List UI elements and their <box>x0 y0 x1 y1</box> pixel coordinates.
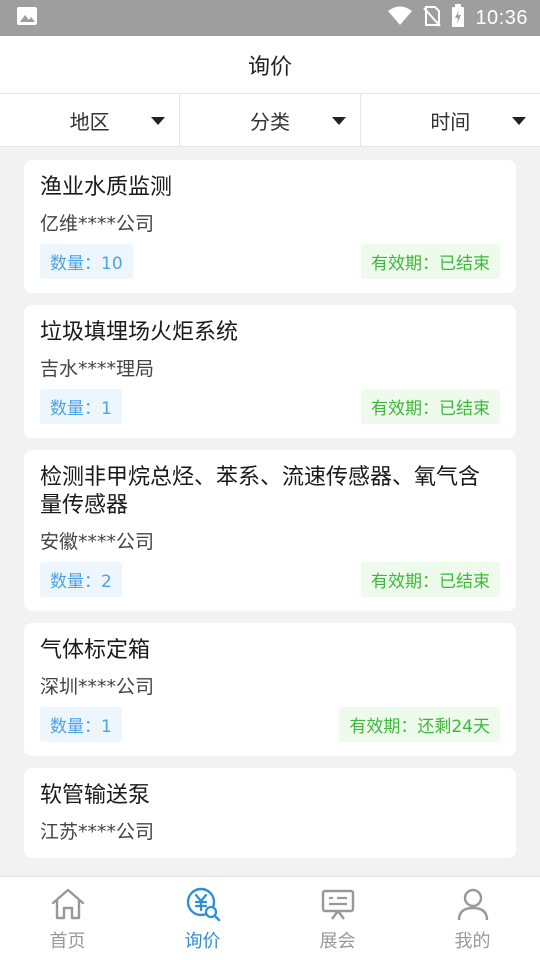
filter-label: 时间 <box>430 109 471 134</box>
inquiry-icon <box>186 887 220 921</box>
caret-down-icon <box>331 117 346 125</box>
inquiry-card[interactable]: 检测非甲烷总烃、苯系、流速传感器、氧气含量传感器 安徽****公司 数量：2 有… <box>24 450 516 611</box>
validity-badge: 有效期：已结束 <box>361 389 500 424</box>
nav-home[interactable]: 首页 <box>0 877 135 960</box>
filter-label: 地区 <box>69 109 110 134</box>
validity-badge: 有效期：已结束 <box>361 244 500 279</box>
inquiry-card[interactable]: 渔业水质监测 亿维****公司 数量：10 有效期：已结束 <box>24 160 516 293</box>
filter-bar: 地区 分类 时间 <box>0 94 540 147</box>
inquiry-card[interactable]: 气体标定箱 深圳****公司 数量：1 有效期：还剩24天 <box>24 623 516 756</box>
no-sim-icon <box>423 5 442 31</box>
status-bar: 10:36 <box>0 0 540 36</box>
filter-label: 分类 <box>249 109 290 134</box>
card-footer: 数量：2 有效期：已结束 <box>40 562 500 597</box>
battery-charging-icon <box>451 4 465 32</box>
inquiry-company: 安徽****公司 <box>40 531 155 553</box>
filter-category-dropdown[interactable]: 分类 <box>180 94 361 146</box>
image-notification-icon <box>16 6 38 30</box>
inquiry-company: 吉水****理局 <box>40 358 155 380</box>
exhibition-icon <box>321 889 354 920</box>
app-bar: 询价 <box>0 36 540 94</box>
wifi-icon <box>387 6 413 30</box>
nav-label: 首页 <box>49 930 86 952</box>
inquiry-title: 渔业水质监测 <box>40 175 173 200</box>
quantity-badge: 数量：10 <box>40 244 133 279</box>
card-footer: 数量：1 有效期：已结束 <box>40 389 500 424</box>
inquiry-title: 软管输送泵 <box>40 783 151 808</box>
inquiry-card[interactable]: 软管输送泵 江苏****公司 <box>24 768 516 858</box>
inquiry-card[interactable]: 垃圾填埋场火炬系统 吉水****理局 数量：1 有效期：已结束 <box>24 305 516 438</box>
profile-icon <box>457 888 488 920</box>
quantity-badge: 数量：2 <box>40 562 122 597</box>
filter-time-dropdown[interactable]: 时间 <box>361 94 540 146</box>
filter-region-dropdown[interactable]: 地区 <box>0 94 181 146</box>
quantity-badge: 数量：1 <box>40 707 122 742</box>
nav-label: 展会 <box>319 930 356 952</box>
caret-down-icon <box>151 117 166 125</box>
home-icon <box>51 888 84 919</box>
inquiry-title: 气体标定箱 <box>40 638 151 663</box>
card-footer: 数量：1 有效期：还剩24天 <box>40 707 500 742</box>
page-title: 询价 <box>247 54 292 80</box>
nav-profile[interactable]: 我的 <box>405 877 540 960</box>
inquiry-list[interactable]: 渔业水质监测 亿维****公司 数量：10 有效期：已结束 垃圾填埋场火炬系统 … <box>24 160 516 876</box>
quantity-badge: 数量：1 <box>40 389 122 424</box>
nav-inquiry[interactable]: 询价 <box>135 877 270 960</box>
inquiry-company: 深圳****公司 <box>40 676 155 698</box>
card-footer: 数量：10 有效期：已结束 <box>40 244 500 279</box>
nav-exhibition[interactable]: 展会 <box>270 877 405 960</box>
inquiry-company: 江苏****公司 <box>40 821 155 843</box>
inquiry-title: 检测非甲烷总烃、苯系、流速传感器、氧气含量传感器 <box>40 465 481 518</box>
nav-label: 我的 <box>454 930 491 952</box>
caret-down-icon <box>511 117 526 125</box>
inquiry-title: 垃圾填埋场火炬系统 <box>40 320 239 345</box>
validity-badge: 有效期：已结束 <box>361 562 500 597</box>
bottom-nav: 首页 询价 展会 我的 <box>0 876 540 960</box>
inquiry-company: 亿维****公司 <box>40 213 155 235</box>
validity-badge: 有效期：还剩24天 <box>339 707 500 742</box>
status-time: 10:36 <box>475 6 528 29</box>
nav-label: 询价 <box>184 930 221 952</box>
